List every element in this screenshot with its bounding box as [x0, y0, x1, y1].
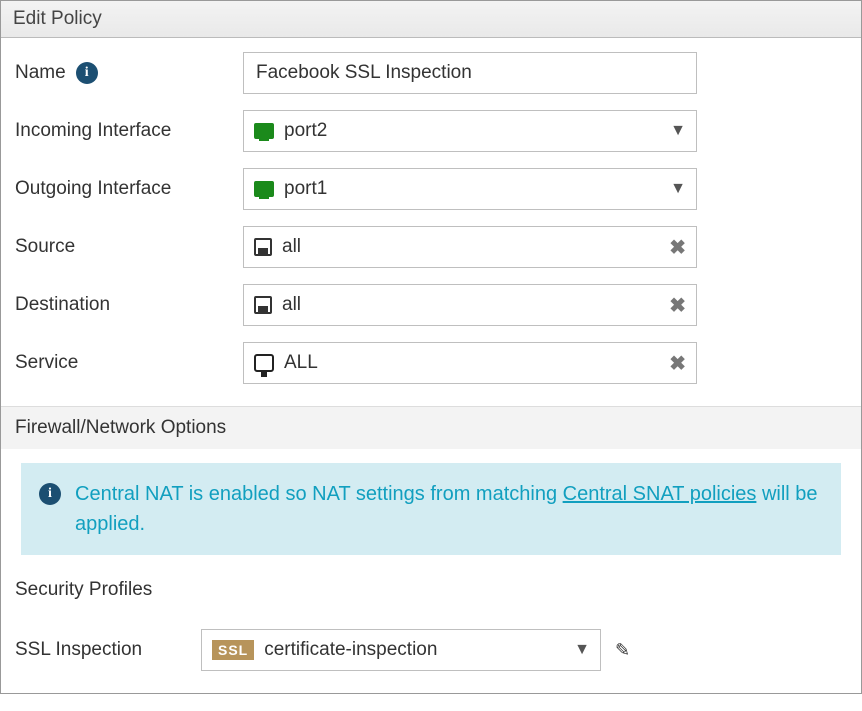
source-label: Source [15, 236, 75, 258]
close-icon[interactable]: ✖ [669, 293, 686, 318]
ssl-badge-icon: SSL [212, 640, 254, 660]
panel-title: Edit Policy [13, 8, 102, 29]
port-icon [254, 123, 274, 139]
outgoing-label: Outgoing Interface [15, 178, 171, 200]
section-firewall-options: Firewall/Network Options [1, 406, 861, 449]
chevron-down-icon: ▼ [574, 641, 590, 659]
central-nat-notice: i Central NAT is enabled so NAT settings… [21, 463, 841, 555]
edit-policy-panel: Edit Policy Name i Incoming Interface po… [0, 0, 862, 694]
destination-value: all [282, 294, 301, 316]
close-icon[interactable]: ✖ [669, 351, 686, 376]
central-snat-link[interactable]: Central SNAT policies [563, 483, 757, 505]
incoming-label: Incoming Interface [15, 120, 171, 142]
policy-form: Name i Incoming Interface port2 ▼ Outgoi… [1, 38, 861, 406]
outgoing-interface-select[interactable]: port1 ▼ [243, 168, 697, 210]
address-icon [254, 238, 272, 256]
destination-select[interactable]: all ✖ [243, 284, 697, 326]
row-incoming: Incoming Interface port2 ▼ [15, 110, 847, 152]
service-label: Service [15, 352, 78, 374]
destination-label: Destination [15, 294, 110, 316]
port-icon [254, 181, 274, 197]
row-destination: Destination all ✖ [15, 284, 847, 326]
address-icon [254, 296, 272, 314]
incoming-interface-select[interactable]: port2 ▼ [243, 110, 697, 152]
ssl-label: SSL Inspection [15, 639, 142, 660]
info-icon: i [39, 483, 61, 505]
service-value: ALL [284, 352, 318, 374]
name-input[interactable] [243, 52, 697, 94]
outgoing-value: port1 [284, 178, 327, 200]
panel-header: Edit Policy [1, 1, 861, 38]
ssl-inspection-select[interactable]: SSL certificate-inspection ▼ [201, 629, 601, 671]
row-service: Service ALL ✖ [15, 342, 847, 384]
service-icon [254, 354, 274, 372]
label-name: Name i [15, 62, 243, 84]
close-icon[interactable]: ✖ [669, 235, 686, 260]
info-icon[interactable]: i [76, 62, 98, 84]
section-security-profiles: Security Profiles [1, 569, 861, 611]
source-value: all [282, 236, 301, 258]
source-select[interactable]: all ✖ [243, 226, 697, 268]
row-source: Source all ✖ [15, 226, 847, 268]
notice-pre: Central NAT is enabled so NAT settings f… [75, 483, 563, 505]
ssl-value: certificate-inspection [264, 639, 437, 661]
security-section-title: Security Profiles [15, 579, 152, 600]
row-outgoing: Outgoing Interface port1 ▼ [15, 168, 847, 210]
chevron-down-icon: ▼ [670, 180, 686, 198]
firewall-section-title: Firewall/Network Options [15, 417, 226, 438]
row-ssl-inspection: SSL Inspection SSL certificate-inspectio… [1, 611, 861, 693]
service-select[interactable]: ALL ✖ [243, 342, 697, 384]
notice-text: Central NAT is enabled so NAT settings f… [75, 479, 823, 539]
incoming-value: port2 [284, 120, 327, 142]
chevron-down-icon: ▼ [670, 122, 686, 140]
row-name: Name i [15, 52, 847, 94]
name-label-text: Name [15, 62, 66, 84]
edit-pencil-icon[interactable]: ✎ [615, 640, 630, 661]
